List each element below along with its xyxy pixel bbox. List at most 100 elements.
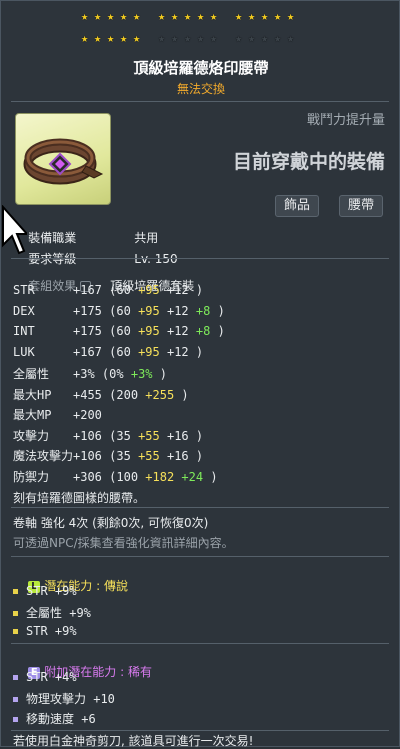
stat-total: +175 — [73, 324, 102, 338]
star-icon: ★ — [274, 9, 282, 23]
stat-name: STR — [13, 283, 35, 297]
bullet-icon — [13, 697, 18, 702]
star-icon: ★ — [107, 31, 115, 45]
stat-bonus-starforce: +8 — [195, 324, 211, 338]
stat-total: +167 — [73, 344, 102, 359]
star-icon: ★ — [184, 9, 192, 23]
stat-base: (35 — [109, 428, 131, 443]
stat-close: ) — [210, 469, 218, 484]
star-icon: ★ — [261, 9, 269, 23]
star-icon: ★ — [197, 9, 205, 23]
stat-name: 攻擊力 — [13, 428, 50, 443]
category-tag-belt: 腰帶 — [338, 195, 383, 217]
scissors-trade-note: 若使用白金神奇剪刀, 該道具可進行一次交易! — [13, 734, 254, 748]
star-group: ★ ★ ★ ★ ★ — [235, 9, 298, 27]
category-tag-accessory: 飾品 — [274, 195, 319, 217]
stat-total: +175 — [73, 303, 102, 318]
stat-bonus-flame: +182 — [145, 469, 175, 484]
stat-row: STR +167 (60 +95 +12 ) — [13, 283, 203, 297]
stat-total: +106 — [73, 428, 102, 443]
divider — [11, 101, 389, 102]
stat-row: 最大MP +200 — [13, 406, 109, 423]
star-icon: ★ — [287, 9, 295, 23]
star-icon: ★ — [248, 9, 256, 23]
belt-icon — [23, 138, 104, 185]
stat-row: 魔法攻擊力+106 (35 +55 +16 ) — [13, 447, 203, 464]
equipped-indicator: 目前穿戴中的裝備 — [232, 151, 385, 173]
stat-base: (35 — [109, 449, 131, 463]
stat-row: 攻擊力 +106 (35 +55 +16 ) — [13, 427, 203, 444]
stat-bonus-flame: +55 — [138, 449, 160, 463]
divider — [11, 258, 389, 259]
stat-bonus-scroll: +12 — [166, 303, 189, 318]
star-icon: ★ — [94, 31, 102, 45]
additional-potential-line-text: STR +4% — [26, 670, 77, 684]
star-icon: ★ — [81, 31, 89, 45]
star-empty-icon: ★ — [287, 31, 295, 45]
stat-name: 全屬性 — [13, 367, 50, 381]
stat-close: ) — [195, 449, 204, 463]
divider — [11, 643, 389, 644]
divider — [11, 730, 389, 731]
potential-line: STR +9% — [13, 584, 77, 598]
scroll-enhance-info: 卷軸 強化 4次 (剩餘0次, 可恢復0次) — [13, 516, 209, 530]
stat-close: ) — [159, 367, 167, 381]
additional-potential-line: STR +4% — [13, 670, 77, 684]
star-icon: ★ — [81, 9, 89, 23]
stat-close: ) — [195, 344, 204, 359]
star-group: ★ ★ ★ ★ ★ — [81, 31, 144, 49]
star-icon: ★ — [171, 9, 179, 23]
stat-name: DEX — [13, 303, 35, 318]
star-icon: ★ — [235, 9, 243, 23]
star-empty-icon: ★ — [248, 31, 256, 45]
star-row-2: ★ ★ ★ ★ ★ ★ ★ ★ ★ ★ ★ ★ ★ ★ ★ — [81, 31, 371, 49]
power-increase-label: 戰鬥力提升量 — [306, 113, 385, 128]
star-group: ★ ★ ★ ★ ★ — [81, 9, 144, 27]
stat-bonus-flame: +95 — [138, 283, 160, 297]
stat-close: ) — [217, 303, 225, 318]
stat-bonus-scroll: +12 — [166, 283, 189, 297]
potential-line-text: STR +9% — [26, 584, 77, 598]
bullet-icon — [13, 611, 18, 616]
stat-total: +3% — [73, 367, 95, 381]
star-empty-icon: ★ — [184, 31, 192, 45]
potential-line-text: 全屬性 +9% — [26, 606, 91, 620]
bullet-icon — [13, 675, 18, 680]
item-name: 頂級培羅德烙印腰帶 — [133, 59, 269, 77]
star-icon: ★ — [94, 9, 102, 23]
stat-base: (100 — [109, 469, 139, 484]
potential-line: 全屬性 +9% — [13, 604, 91, 621]
stat-bonus-scroll: +12 — [166, 344, 189, 359]
scroll-hint: 可透過NPC/採集查看強化資訊詳細內容。 — [13, 536, 234, 550]
star-empty-icon: ★ — [210, 31, 218, 45]
star-empty-icon: ★ — [197, 31, 205, 45]
stat-base: (60 — [109, 324, 131, 338]
additional-potential-line: 移動速度 +6 — [13, 710, 96, 727]
bullet-icon — [13, 717, 18, 722]
stat-total: +455 — [73, 387, 102, 402]
star-group: ★ ★ ★ ★ ★ — [235, 31, 298, 49]
item-tooltip-panel: ★ ★ ★ ★ ★ ★ ★ ★ ★ ★ ★ ★ ★ ★ ★ ★ ★ ★ ★ ★ ★ ★ ★ ★ ★ ★ ★ ★ ★ ★ 頂級培羅… — [0, 0, 400, 748]
stat-base: (60 — [109, 303, 131, 318]
star-icon: ★ — [133, 9, 141, 23]
divider — [11, 556, 389, 557]
trade-status: 無法交換 — [176, 82, 225, 96]
additional-potential-grade: 稀有 — [127, 665, 152, 679]
star-empty-icon: ★ — [158, 31, 166, 45]
star-empty-icon: ★ — [274, 31, 282, 45]
stat-base: (60 — [109, 344, 131, 359]
stat-row: INT +175 (60 +95 +12 +8 ) — [13, 324, 225, 338]
stat-close: ) — [217, 324, 225, 338]
item-icon-frame — [15, 113, 111, 205]
stat-bonus-flame: +95 — [138, 324, 160, 338]
stat-bonus-starforce: +3% — [130, 367, 153, 381]
stat-total: +106 — [73, 449, 102, 463]
star-icon: ★ — [158, 9, 166, 23]
star-icon: ★ — [107, 9, 115, 23]
star-icon: ★ — [120, 31, 128, 45]
stat-name: INT — [13, 324, 35, 338]
stat-close: ) — [195, 283, 204, 297]
star-group: ★ ★ ★ ★ ★ — [158, 31, 221, 49]
stat-bonus-flame: +255 — [145, 387, 175, 402]
star-empty-icon: ★ — [235, 31, 243, 45]
